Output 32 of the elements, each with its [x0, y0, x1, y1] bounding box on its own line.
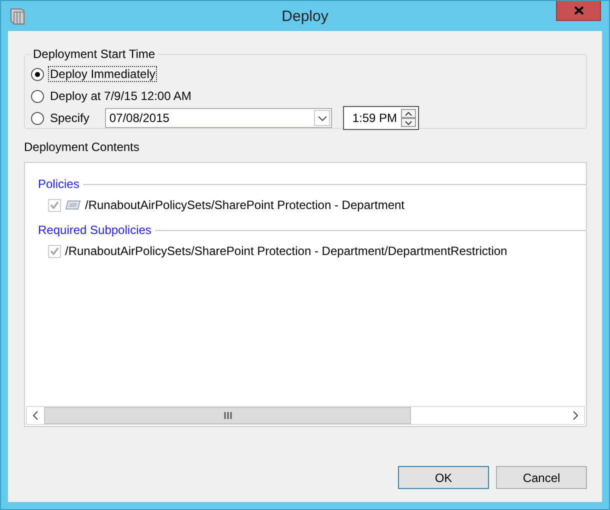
date-field[interactable]: 07/08/2015	[105, 108, 332, 128]
section-label: Deployment Contents	[24, 140, 140, 156]
scroll-thumb[interactable]	[44, 407, 411, 424]
caret-up-icon	[405, 112, 412, 116]
section-heading: Policies	[38, 177, 80, 191]
group-title: Deployment Start Time	[32, 47, 156, 61]
app-icon	[10, 7, 26, 25]
horizontal-scrollbar[interactable]	[26, 406, 585, 425]
radio-button[interactable]	[31, 90, 44, 102]
radio-button[interactable]	[31, 112, 44, 124]
radio-label[interactable]: Specify	[48, 110, 92, 126]
policy-path: /RunaboutAirPolicySets/SharePoint Protection - Department	[85, 198, 404, 212]
radio-label[interactable]: Deploy at 7/9/15 12:00 AM	[48, 88, 194, 104]
close-icon	[574, 6, 584, 15]
section-heading: Required Subpolicies	[38, 223, 152, 237]
dropdown-button[interactable]	[314, 110, 330, 126]
policy-icon	[65, 200, 81, 210]
time-field[interactable]: 1:59 PM	[343, 106, 420, 130]
window-title: Deploy	[282, 8, 328, 24]
radio-label[interactable]: Deploy Immediately	[48, 66, 158, 82]
policy-path: /RunaboutAirPolicySets/SharePoint Protection - Department/DepartmentRestriction	[65, 244, 508, 258]
close-button[interactable]	[556, 1, 601, 21]
spin-down-button[interactable]	[401, 118, 416, 127]
caret-icon	[318, 116, 327, 120]
grip-icon	[224, 412, 232, 419]
spin-up-button[interactable]	[401, 109, 416, 118]
chevron-left-icon	[33, 411, 38, 420]
caret-icon	[405, 120, 412, 124]
dialog-button[interactable]: Cancel	[496, 466, 587, 489]
radio-button[interactable]	[31, 68, 44, 80]
chevron-right-icon	[573, 411, 578, 420]
dialog-button[interactable]: OK	[398, 466, 489, 489]
